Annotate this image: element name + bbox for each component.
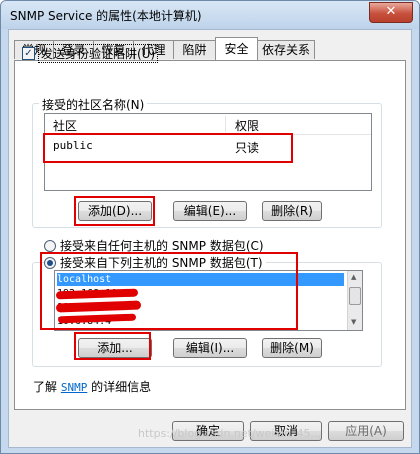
tab-dependencies[interactable]: 依存关系 xyxy=(257,40,315,59)
edit-host-button[interactable]: 编辑(I)... xyxy=(173,338,247,358)
watermark-text: https://blog.csdn.net/weixin_45... xyxy=(138,427,322,440)
scroll-thumb[interactable] xyxy=(349,287,361,305)
any-host-radio[interactable] xyxy=(44,239,56,252)
highlight-box-hosts xyxy=(40,252,298,330)
snmp-help-link[interactable]: SNMP xyxy=(61,381,88,394)
column-community[interactable]: 社区 xyxy=(53,117,77,134)
tab-security[interactable]: 安全 xyxy=(215,37,258,60)
highlight-box-add-community xyxy=(74,196,155,226)
learn-more-suffix: 的详细信息 xyxy=(91,380,152,394)
apply-button[interactable]: 应用(A) xyxy=(328,421,404,441)
communities-list-header: 社区 权限 xyxy=(45,114,371,135)
column-rights[interactable]: 权限 xyxy=(235,117,259,134)
scroll-down-icon[interactable]: ▼ xyxy=(351,318,356,326)
send-auth-trap-checkbox[interactable]: ✓ xyxy=(22,47,35,60)
communities-group-title: 接受的社区名称(N) xyxy=(39,96,148,113)
learn-more-prefix: 了解 xyxy=(33,380,58,394)
close-button[interactable]: ✕ xyxy=(369,2,413,23)
scroll-up-icon[interactable]: ▲ xyxy=(351,273,356,281)
window-title: SNMP Service 的属性(本地计算机) xyxy=(10,9,202,23)
column-divider[interactable] xyxy=(225,116,226,132)
hosts-scrollbar[interactable]: ▲ ▼ xyxy=(347,271,362,330)
remove-host-button[interactable]: 删除(M) xyxy=(262,338,322,358)
remove-community-button[interactable]: 删除(R) xyxy=(262,201,322,221)
edit-community-button[interactable]: 编辑(E)... xyxy=(173,201,247,221)
send-auth-trap-row[interactable]: ✓ 发送身份验证陷阱(U) xyxy=(22,44,159,63)
send-auth-trap-label: 发送身份验证陷阱(U) xyxy=(38,44,159,63)
title-bar[interactable]: SNMP Service 的属性(本地计算机) ✕ xyxy=(1,1,419,29)
tab-traps[interactable]: 陷阱 xyxy=(173,40,216,59)
highlight-box-community xyxy=(43,133,293,163)
learn-more-text: 了解 SNMP 的详细信息 xyxy=(33,378,151,395)
highlight-box-add-host xyxy=(74,332,151,360)
